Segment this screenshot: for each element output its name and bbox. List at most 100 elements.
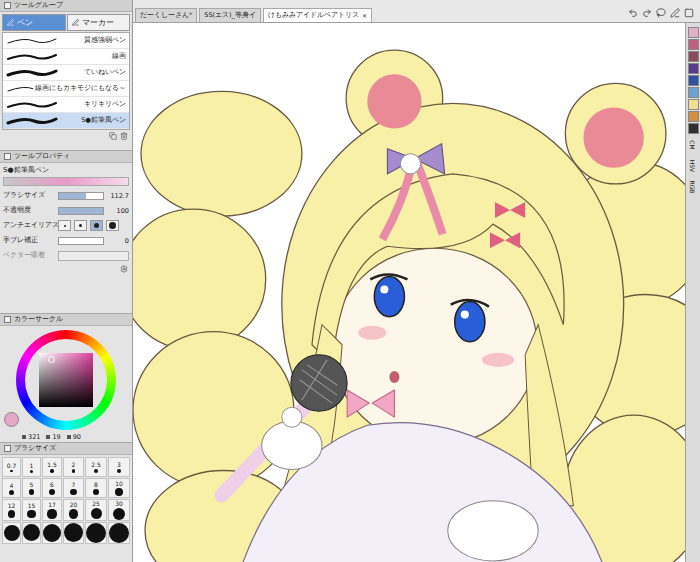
size-cell[interactable]: 2 [63,457,84,477]
brush-row[interactable]: 線画にもカキモジにもなる～ [3,81,129,97]
panel-header: ツールグループ [0,0,132,12]
size-grid: 0.711.522.53 4567810 121517202530 [0,455,132,546]
size-cell[interactable]: 0.7 [2,457,21,477]
size-cell[interactable]: 6 [42,478,62,498]
size-cell[interactable]: 4 [2,478,21,498]
left-panel: ツールグループペンマーカー質感強弱ペン線画ていねいペン線画にもカキモジにもなる～… [0,0,133,562]
panel-menu-icon[interactable] [4,445,11,452]
size-cell[interactable]: 15 [22,499,41,521]
undo-icon[interactable] [628,8,638,18]
panel-menu-icon[interactable] [4,153,11,160]
tool-tab[interactable]: マーカー [67,14,131,31]
brush-row[interactable]: 質感強弱ペン [3,33,129,49]
color-values: 3211990 [4,433,128,441]
settings-icon[interactable] [120,265,128,273]
side-tab[interactable]: RGB [683,181,700,193]
pen-icon [7,19,14,26]
property-slider[interactable] [58,237,104,245]
stroke-preview-icon [6,68,58,78]
size-cell[interactable]: 1.5 [42,457,62,477]
canvas-column: だーくしーさん*SS(エス)_等身イけもみみアイドルベアトリス× CM HSV RGB [133,0,700,562]
property-row[interactable]: 手ブレ補正0 [0,233,132,248]
canvas[interactable] [133,23,685,562]
size-cell[interactable] [42,522,62,544]
palette-swatch[interactable] [688,63,699,74]
brush-row[interactable]: ていねいペン [3,65,129,81]
property-toggle[interactable] [58,251,129,261]
palette-swatch[interactable] [688,75,699,86]
brush-size-panel: ブラシサイズ0.711.522.534567810121517202530 [0,443,132,562]
tool-tabs: ペンマーカー [0,12,132,32]
property-row[interactable]: ブラシサイズ112.7 [0,188,132,203]
close-tab[interactable]: × [362,12,367,20]
square-icon[interactable] [684,8,694,18]
color-picker-marker[interactable] [48,356,55,363]
palette-swatch[interactable] [688,27,699,38]
brush-list: 質感強弱ペン線画ていねいペン線画にもカキモジにもなる～キリキリペンS●鉛筆風ペン [2,32,130,130]
document-tab[interactable]: SS(エス)_等身イ [199,8,261,22]
lasso-icon[interactable] [656,8,666,18]
size-cell[interactable]: 2.5 [85,457,107,477]
tool-group-panel: ツールグループペンマーカー質感強弱ペン線画ていねいペン線画にもカキモジにもなる～… [0,0,132,151]
pen-icon [72,19,79,26]
side-tab[interactable]: HSV [683,160,700,172]
current-color[interactable] [4,412,19,427]
size-cell[interactable]: 30 [108,499,130,521]
size-cell[interactable]: 12 [2,499,21,521]
size-cell[interactable]: 5 [22,478,41,498]
size-cell[interactable]: 25 [85,499,107,521]
property-slider[interactable] [58,192,104,200]
copy-icon[interactable] [109,132,117,140]
property-row[interactable]: 不透明度100 [0,203,132,218]
document-tab[interactable]: だーくしーさん* [135,8,197,22]
saturation-square[interactable] [39,353,93,407]
palette-swatch[interactable] [688,99,699,110]
brush-preview [3,177,129,186]
size-cell[interactable]: 10 [108,478,130,498]
antialias-option[interactable] [90,220,103,231]
property-row[interactable]: アンチエイリアス [0,218,132,233]
palette-swatch[interactable] [688,123,699,134]
brush-actions [0,130,132,142]
antialias-option[interactable] [106,220,119,231]
hue-ring[interactable] [16,330,116,430]
panel-menu-icon[interactable] [4,2,11,9]
color-palette-strip: CM HSV RGB [685,23,700,562]
palette-swatch[interactable] [688,39,699,50]
antialias-option[interactable] [58,220,71,231]
property-slider[interactable] [58,207,104,215]
palette-swatch[interactable] [688,111,699,122]
panel-menu-icon[interactable] [4,316,11,323]
tool-tab[interactable]: ペン [2,14,66,31]
illustration[interactable] [133,23,685,562]
brush-row[interactable]: キリキリペン [3,97,129,113]
size-cell[interactable] [22,522,41,544]
palette-swatch[interactable] [688,51,699,62]
size-cell[interactable] [63,522,84,544]
brush-row[interactable]: 線画 [3,49,129,65]
size-cell[interactable] [85,522,107,544]
size-cell[interactable]: 3 [108,457,130,477]
panel-header: ツールプロパティ [0,151,132,163]
trash-icon[interactable] [120,132,128,140]
size-cell[interactable]: 17 [42,499,62,521]
property-title: S●鉛筆風ペン [0,163,132,188]
size-cell[interactable]: 20 [63,499,84,521]
stroke-preview-icon [6,52,58,62]
toolbar [622,8,700,22]
property-row[interactable]: ベクター吸着 [0,248,132,263]
antialias-option[interactable] [74,220,87,231]
size-cell[interactable]: 8 [85,478,107,498]
size-cell[interactable]: 1 [22,457,41,477]
pen-icon[interactable] [670,8,680,18]
side-tab[interactable]: CM [683,139,700,151]
document-tab[interactable]: けもみみアイドルベアトリス× [263,8,372,22]
app-window: ツールグループペンマーカー質感強弱ペン線画ていねいペン線画にもカキモジにもなる～… [0,0,700,562]
brush-row[interactable]: S●鉛筆風ペン [3,113,129,129]
size-cell[interactable]: 7 [63,478,84,498]
stroke-preview-icon [6,100,58,110]
palette-swatch[interactable] [688,87,699,98]
size-cell[interactable] [2,522,21,544]
redo-icon[interactable] [642,8,652,18]
size-cell[interactable] [108,522,130,544]
